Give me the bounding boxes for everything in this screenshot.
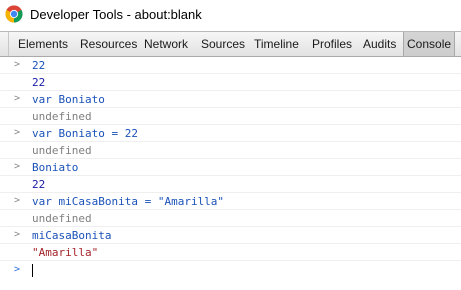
tab-resources[interactable]: Resources (80, 32, 137, 56)
console-result-value: undefined (32, 212, 92, 225)
console-result-line: "Amarilla" (0, 244, 461, 261)
toolbar-left-edge (0, 32, 9, 56)
console-input-line: > 22 (0, 57, 461, 74)
tab-console[interactable]: Console (403, 32, 456, 56)
chrome-icon (5, 5, 23, 23)
text-caret (32, 264, 33, 277)
tab-timeline[interactable]: Timeline (254, 32, 299, 56)
console-input-line: > var Boniato (0, 91, 461, 108)
active-prompt-chevron-icon: > (14, 264, 21, 275)
console-input-line: > var miCasaBonita = "Amarilla" (0, 193, 461, 210)
console-panel[interactable]: > 22 22 > var Boniato undefined > var Bo… (0, 57, 461, 290)
prompt-chevron-icon: > (14, 93, 21, 104)
console-result-value: 22 (32, 76, 46, 89)
console-input-text: 22 (32, 59, 46, 72)
tab-network[interactable]: Network (144, 32, 188, 56)
tab-audits[interactable]: Audits (363, 32, 396, 56)
prompt-chevron-icon: > (14, 127, 21, 138)
console-result-line: undefined (0, 142, 461, 159)
console-input-line: > var Boniato = 22 (0, 125, 461, 142)
prompt-chevron-icon: > (14, 195, 21, 206)
tab-overflow-partial[interactable] (454, 32, 461, 56)
console-result-value: undefined (32, 144, 92, 157)
console-input-line: > miCasaBonita (0, 227, 461, 244)
prompt-chevron-icon: > (14, 161, 21, 172)
console-result-line: 22 (0, 176, 461, 193)
devtools-panel-tabs: Elements Resources Network Sources Timel… (0, 31, 461, 57)
window-title-bar[interactable]: Developer Tools - about:blank (0, 0, 461, 31)
tab-profiles[interactable]: Profiles (312, 32, 352, 56)
console-result-value: undefined (32, 110, 92, 123)
console-input-text: miCasaBonita (32, 229, 112, 242)
console-prompt-line[interactable]: > (0, 262, 461, 279)
console-input-text: Boniato (32, 161, 79, 174)
console-result-line: 22 (0, 74, 461, 91)
console-input-text: var miCasaBonita = "Amarilla" (32, 195, 225, 208)
console-input-line: > Boniato (0, 159, 461, 176)
console-result-line: undefined (0, 108, 461, 125)
window-title: Developer Tools - about:blank (30, 7, 202, 22)
console-result-line: undefined (0, 210, 461, 227)
console-result-value: "Amarilla" (32, 246, 99, 259)
tab-elements[interactable]: Elements (18, 32, 68, 56)
console-result-value: 22 (32, 178, 46, 191)
prompt-chevron-icon: > (14, 229, 21, 240)
tab-sources[interactable]: Sources (201, 32, 245, 56)
prompt-chevron-icon: > (14, 59, 21, 70)
console-input-text: var Boniato (32, 93, 105, 106)
console-input-text: var Boniato = 22 (32, 127, 138, 140)
